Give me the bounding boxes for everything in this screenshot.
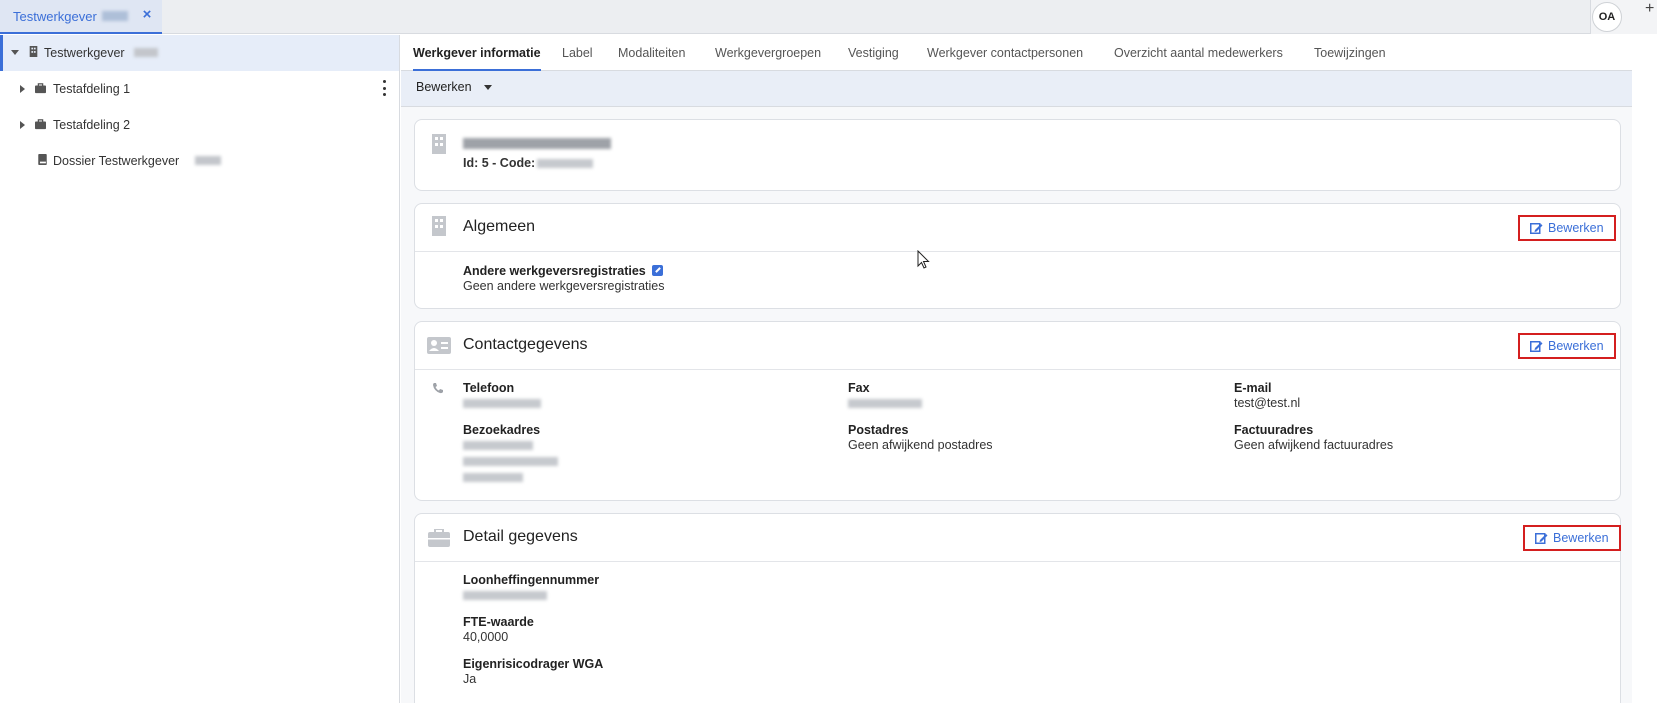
card-title: Algemeen bbox=[463, 218, 536, 235]
chevron-down-icon[interactable] bbox=[11, 50, 19, 55]
tab-werkgever-informatie[interactable]: Werkgever informatie bbox=[413, 35, 541, 71]
postadres-label: Postadres bbox=[848, 423, 909, 437]
card-title: Detail gegevens bbox=[463, 528, 578, 545]
tab-werkgever-contactpersonen[interactable]: Werkgever contactpersonen bbox=[927, 35, 1083, 71]
field-label: Andere werkgeversregistraties bbox=[463, 264, 663, 278]
building-icon bbox=[432, 134, 446, 154]
edit-contact-button[interactable]: Bewerken bbox=[1518, 333, 1616, 359]
tree-item-testafdeling-1[interactable]: Testafdeling 1 bbox=[0, 71, 399, 107]
tree-item-dossier[interactable]: Dossier Testwerkgever bbox=[0, 143, 399, 179]
card-header: Contactgegevens Bewerken bbox=[415, 322, 1620, 370]
mouse-cursor-icon bbox=[917, 250, 930, 269]
briefcase-icon bbox=[35, 119, 46, 130]
sidebar-tree: Testwerkgever Testafdeling 1 Testafdelin… bbox=[0, 35, 400, 703]
email-value: test@test.nl bbox=[1234, 396, 1301, 410]
main-tabs: Werkgever informatie Label Modaliteiten … bbox=[401, 35, 1632, 71]
card-title: Contactgegevens bbox=[463, 336, 588, 353]
factuuradres-value: Geen afwijkend factuuradres bbox=[1234, 438, 1394, 452]
edit-detail-button[interactable]: Bewerken bbox=[1523, 525, 1621, 551]
chevron-down-icon bbox=[483, 84, 492, 90]
briefcase-icon bbox=[428, 529, 450, 547]
tab-werkgevergroepen[interactable]: Werkgevergroepen bbox=[715, 35, 821, 71]
edit-dropdown-label: Bewerken bbox=[416, 80, 472, 94]
id-code-label: Id: 5 - Code: bbox=[463, 156, 536, 170]
book-icon bbox=[38, 154, 47, 165]
avatar[interactable]: OA bbox=[1592, 2, 1622, 32]
tree-item-testafdeling-2[interactable]: Testafdeling 2 bbox=[0, 107, 399, 143]
edit-button-label: Bewerken bbox=[1548, 339, 1604, 353]
tab-modaliteiten[interactable]: Modaliteiten bbox=[618, 35, 685, 71]
tree-item-label: Testwerkgever bbox=[44, 46, 125, 60]
redacted-address bbox=[463, 473, 523, 482]
briefcase-icon bbox=[35, 83, 46, 94]
tab-label[interactable]: Label bbox=[562, 35, 593, 71]
telefoon-label: Telefoon bbox=[463, 381, 515, 395]
contact-card: Contactgegevens Bewerken Telefoon Fax E-… bbox=[414, 321, 1621, 501]
field-value: Geen andere werkgeversregistraties bbox=[463, 279, 665, 293]
contact-card-icon bbox=[427, 337, 451, 354]
factuuradres-label: Factuuradres bbox=[1234, 423, 1314, 437]
redacted-text bbox=[101, 11, 128, 21]
edit-icon bbox=[1535, 533, 1548, 544]
redacted-title bbox=[463, 138, 611, 149]
tab-toewijzingen[interactable]: Toewijzingen bbox=[1314, 35, 1386, 71]
document-tab-label: Testwerkgever bbox=[13, 8, 97, 24]
edit-icon[interactable] bbox=[651, 265, 663, 276]
tree-item-label: Dossier Testwerkgever bbox=[53, 154, 180, 168]
redacted-fax bbox=[848, 399, 922, 408]
fte-label: FTE-waarde bbox=[463, 615, 534, 629]
tab-overzicht-aantal-medewerkers[interactable]: Overzicht aantal medewerkers bbox=[1114, 35, 1283, 71]
redacted-text bbox=[195, 156, 221, 165]
redacted-loonheffingennummer bbox=[463, 591, 547, 600]
redacted-phone bbox=[463, 399, 541, 408]
more-vertical-icon[interactable] bbox=[382, 80, 386, 96]
redacted-text bbox=[134, 48, 158, 57]
card-header: Algemeen Bewerken bbox=[415, 204, 1620, 252]
wga-value: Ja bbox=[463, 672, 477, 686]
fax-label: Fax bbox=[848, 381, 870, 395]
edit-algemeen-button[interactable]: Bewerken bbox=[1518, 215, 1616, 241]
card-header: Detail gegevens Bewerken bbox=[415, 514, 1621, 562]
chevron-right-icon[interactable] bbox=[20, 121, 25, 129]
building-icon bbox=[432, 216, 446, 236]
edit-button-label: Bewerken bbox=[1553, 531, 1609, 545]
toolbar: Bewerken bbox=[401, 71, 1632, 107]
edit-icon bbox=[1530, 341, 1543, 352]
close-icon[interactable]: × bbox=[140, 7, 154, 22]
phone-icon bbox=[433, 383, 443, 394]
tab-vestiging[interactable]: Vestiging bbox=[848, 35, 899, 71]
tree-item-label: Testafdeling 2 bbox=[53, 118, 131, 132]
redacted-address bbox=[463, 441, 533, 450]
content-area: Id: 5 - Code: Algemeen Bewerken Andere w… bbox=[401, 107, 1632, 703]
postadres-value: Geen afwijkend postadres bbox=[848, 438, 993, 452]
chevron-right-icon[interactable] bbox=[20, 85, 25, 93]
edit-button-label: Bewerken bbox=[1548, 221, 1604, 235]
building-icon bbox=[29, 46, 38, 57]
tree-item-label: Testafdeling 1 bbox=[53, 82, 131, 96]
plus-icon[interactable]: + bbox=[1645, 0, 1654, 18]
algemeen-card: Algemeen Bewerken Andere werkgeversregis… bbox=[414, 203, 1621, 309]
wga-label: Eigenrisicodrager WGA bbox=[463, 657, 604, 671]
email-label: E-mail bbox=[1234, 381, 1272, 395]
document-tab[interactable]: Testwerkgever × bbox=[0, 0, 162, 34]
redacted-code bbox=[537, 159, 593, 168]
tree-item-testwerkgever[interactable]: Testwerkgever bbox=[0, 35, 399, 71]
field-label-text: Andere werkgeversregistraties bbox=[463, 264, 646, 278]
summary-card: Id: 5 - Code: bbox=[414, 119, 1621, 191]
top-tab-bar: Testwerkgever × OA + bbox=[0, 0, 1657, 34]
bezoekadres-label: Bezoekadres bbox=[463, 423, 541, 437]
detail-card: Detail gegevens Bewerken Loonheffingennu… bbox=[414, 513, 1621, 703]
edit-icon bbox=[1530, 223, 1543, 234]
fte-value: 40,0000 bbox=[463, 630, 509, 644]
edit-dropdown-button[interactable]: Bewerken bbox=[416, 80, 492, 94]
loonheffingennummer-label: Loonheffingennummer bbox=[463, 573, 600, 587]
redacted-address bbox=[463, 457, 558, 466]
